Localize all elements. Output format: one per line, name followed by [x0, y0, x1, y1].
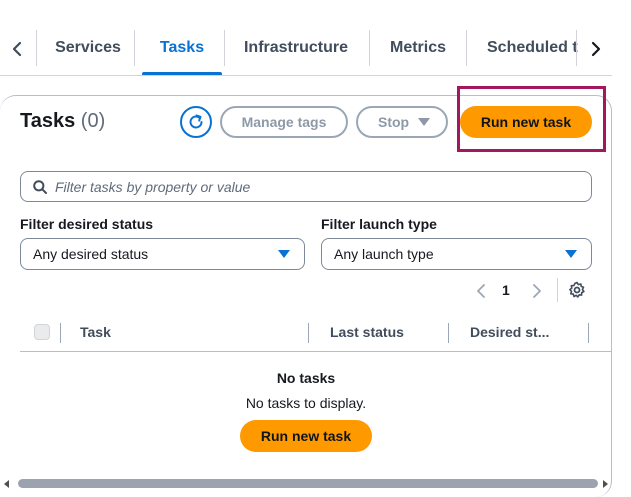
- scrollbar-thumb[interactable]: [18, 479, 598, 488]
- chevron-right-icon: [591, 41, 601, 57]
- tab-scheduled-tasks[interactable]: Scheduled t: [474, 20, 580, 76]
- empty-run-new-task-button[interactable]: Run new task: [240, 420, 372, 452]
- search-icon: [33, 179, 47, 194]
- desired-status-value: Any desired status: [33, 246, 149, 262]
- scroll-left-arrow-icon[interactable]: [2, 479, 12, 489]
- column-separator: [448, 323, 449, 343]
- tasks-title: Tasks: [20, 110, 76, 132]
- tab-services[interactable]: Services: [44, 20, 132, 76]
- horizontal-scrollbar[interactable]: [18, 479, 612, 488]
- highlight-box: [457, 86, 606, 152]
- chevron-left-icon: [12, 41, 22, 57]
- caret-down-icon: [418, 118, 430, 126]
- pagination-divider: [557, 278, 558, 302]
- column-header-desired-status[interactable]: Desired st...: [470, 324, 549, 340]
- previous-page-button[interactable]: [474, 282, 488, 300]
- stop-button-label: Stop: [378, 114, 410, 130]
- tab-separator: [36, 30, 37, 66]
- column-separator: [308, 323, 309, 343]
- column-header-task[interactable]: Task: [80, 324, 111, 340]
- refresh-icon: [189, 114, 203, 129]
- tasks-count: (0): [80, 110, 106, 132]
- refresh-button[interactable]: [180, 106, 212, 138]
- preferences-button[interactable]: [568, 281, 586, 299]
- manage-tags-button[interactable]: Manage tags: [220, 106, 348, 138]
- column-header-last-status[interactable]: Last status: [330, 324, 404, 340]
- tab-separator: [369, 30, 370, 66]
- tab-separator: [466, 30, 467, 66]
- tab-separator: [576, 30, 577, 66]
- tab-bar-divider: [0, 75, 612, 76]
- next-page-button[interactable]: [530, 282, 544, 300]
- filter-desired-status-label: Filter desired status: [20, 216, 154, 232]
- chevron-right-icon: [533, 284, 541, 298]
- filter-launch-type-label: Filter launch type: [321, 216, 437, 232]
- search-field[interactable]: [20, 171, 592, 202]
- empty-state-title: No tasks: [276, 370, 336, 386]
- page-title: Tasks (0): [20, 110, 105, 133]
- chevron-left-icon: [477, 284, 485, 298]
- tab-infrastructure[interactable]: Infrastructure: [232, 20, 360, 76]
- desired-status-select[interactable]: Any desired status: [20, 238, 305, 270]
- tab-separator: [134, 30, 135, 66]
- search-input[interactable]: [55, 178, 575, 195]
- launch-type-select[interactable]: Any launch type: [321, 238, 592, 270]
- caret-down-icon: [278, 250, 290, 258]
- tab-scroll-left-button[interactable]: [7, 38, 27, 60]
- tab-scroll-right-button[interactable]: [586, 38, 606, 60]
- tab-tasks[interactable]: Tasks: [142, 20, 222, 76]
- stop-button[interactable]: Stop: [356, 106, 448, 138]
- column-separator: [588, 323, 589, 343]
- tab-separator: [224, 30, 225, 66]
- launch-type-value: Any launch type: [334, 246, 434, 262]
- empty-state-description: No tasks to display.: [245, 395, 367, 411]
- tab-bar: Services Tasks Infrastructure Metrics Sc…: [0, 20, 631, 76]
- select-all-checkbox[interactable]: [34, 324, 50, 340]
- scroll-right-arrow-icon[interactable]: [600, 479, 610, 489]
- tab-metrics[interactable]: Metrics: [378, 20, 458, 76]
- caret-down-icon: [565, 250, 577, 258]
- table-header-row: Task Last status Desired st...: [20, 316, 612, 352]
- page-number[interactable]: 1: [502, 282, 510, 298]
- gear-icon: [569, 281, 585, 298]
- column-separator: [60, 323, 61, 343]
